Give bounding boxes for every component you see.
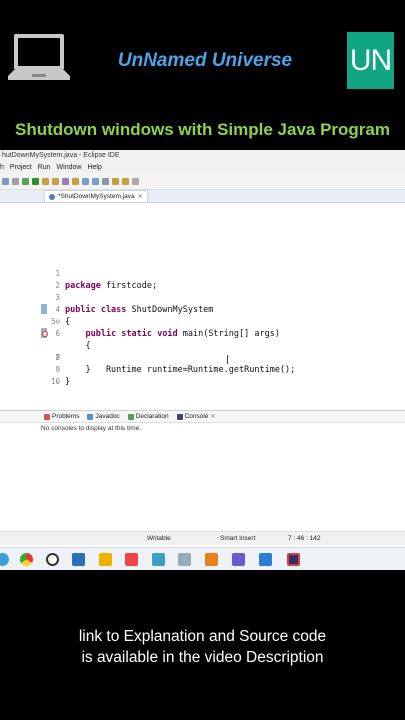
status-writable: Writable xyxy=(147,535,171,542)
sublime-icon[interactable] xyxy=(99,553,112,566)
toolbar xyxy=(0,173,405,190)
tab-problems[interactable]: Problems xyxy=(44,413,79,420)
back-icon[interactable] xyxy=(112,177,119,185)
menu-item-window[interactable]: Window xyxy=(57,162,82,173)
status-position: 7 : 46 : 142 xyxy=(288,535,321,542)
editor-tab[interactable]: *ShutDownMySystem.java ✕ xyxy=(44,190,148,202)
new-icon[interactable] xyxy=(2,177,9,185)
photos-icon[interactable] xyxy=(72,553,85,566)
close-tab-icon[interactable]: ✕ xyxy=(138,191,143,203)
video-headline: Shutdown windows with Simple Java Progra… xyxy=(15,120,390,139)
new-package-icon[interactable] xyxy=(42,177,49,185)
xampp-icon[interactable] xyxy=(205,553,218,566)
description-note: link to Explanation and Source code is a… xyxy=(0,626,405,668)
pin-editor-icon[interactable] xyxy=(132,177,139,185)
video-banner: UnNamed Universe UN Shutdown windows wit… xyxy=(0,0,405,148)
code-line: 2 xyxy=(55,281,60,290)
laptop-icon xyxy=(8,34,70,80)
menu-item-run[interactable]: Run xyxy=(38,162,51,173)
search-icon[interactable] xyxy=(62,177,69,185)
channel-name: UnNamed Universe xyxy=(117,50,293,71)
window-title: hutDownMySystem.java - Eclipse IDE xyxy=(0,150,405,162)
chrome-icon[interactable] xyxy=(20,553,33,566)
status-bar: Writable Smart Insert 7 : 46 : 142 xyxy=(0,531,405,545)
java-file-icon xyxy=(49,193,55,200)
bottom-panel: Problems Javadoc Declaration Console ✕ No… xyxy=(0,410,405,530)
forward-icon[interactable] xyxy=(122,177,129,185)
next-annotation-icon[interactable] xyxy=(72,177,79,185)
toggle-mark-icon[interactable] xyxy=(82,177,89,185)
panel-tabs: Problems Javadoc Declaration Console ✕ xyxy=(0,411,405,423)
code-editor[interactable]: 1 package firstcode; 2 3 public class Sh… xyxy=(0,203,405,443)
description-line-2: is available in the video Description xyxy=(81,649,324,666)
editor-tab-bar: *ShutDownMySystem.java ✕ xyxy=(0,190,405,203)
vscode-icon[interactable] xyxy=(259,553,272,566)
tab-declaration[interactable]: Declaration xyxy=(127,413,169,420)
menu-item-file[interactable]: h xyxy=(0,162,4,173)
description-line-1: link to Explanation and Source code xyxy=(78,628,327,645)
code-line: 1 package firstcode; xyxy=(55,269,158,291)
eclipse-icon[interactable] xyxy=(287,553,300,566)
menu-bar: h Project Run Window Help xyxy=(0,162,405,173)
file-explorer-icon[interactable] xyxy=(178,553,191,566)
menu-item-help[interactable]: Help xyxy=(87,162,101,173)
block-selection-icon[interactable] xyxy=(92,177,99,185)
console-message: No consoles to display at this time. xyxy=(41,425,142,432)
save-icon[interactable] xyxy=(12,177,19,185)
code-line: 6 { xyxy=(55,329,91,351)
debug-icon[interactable] xyxy=(22,177,29,185)
code-line: 9 } xyxy=(55,365,71,387)
menu-item-project[interactable]: Project xyxy=(10,162,32,173)
eclipse-ide-window: hutDownMySystem.java - Eclipse IDE h Pro… xyxy=(0,150,405,570)
code-line: 4 { xyxy=(55,305,71,327)
code-line: 7 Runtime runtime=Runtime.getRuntime(); xyxy=(0,328,405,375)
status-insert-mode: Smart Insert xyxy=(220,535,256,542)
windows-taskbar xyxy=(0,547,405,570)
teams-icon[interactable] xyxy=(232,553,245,566)
search-icon[interactable] xyxy=(46,553,59,566)
media-player-icon[interactable] xyxy=(125,553,138,566)
error-marker-icon[interactable] xyxy=(42,331,48,337)
mouse-cursor xyxy=(227,355,228,364)
code-line: 8 } xyxy=(55,353,91,375)
tab-javadoc[interactable]: Javadoc xyxy=(87,413,120,420)
channel-logo: UN xyxy=(347,32,394,89)
edge-icon[interactable] xyxy=(0,553,9,566)
open-type-icon[interactable] xyxy=(52,177,59,185)
code-line: 10 xyxy=(50,377,60,386)
tab-console[interactable]: Console ✕ xyxy=(176,413,215,420)
code-line: 5⊖ public static void main(String[] args… xyxy=(50,317,280,339)
editor-tab-label: *ShutDownMySystem.java xyxy=(58,192,135,200)
show-whitespace-icon[interactable] xyxy=(102,177,109,185)
app-icon[interactable] xyxy=(152,553,165,566)
code-line: 3 public class ShutDownMySystem xyxy=(55,293,214,315)
run-icon[interactable] xyxy=(32,177,39,185)
